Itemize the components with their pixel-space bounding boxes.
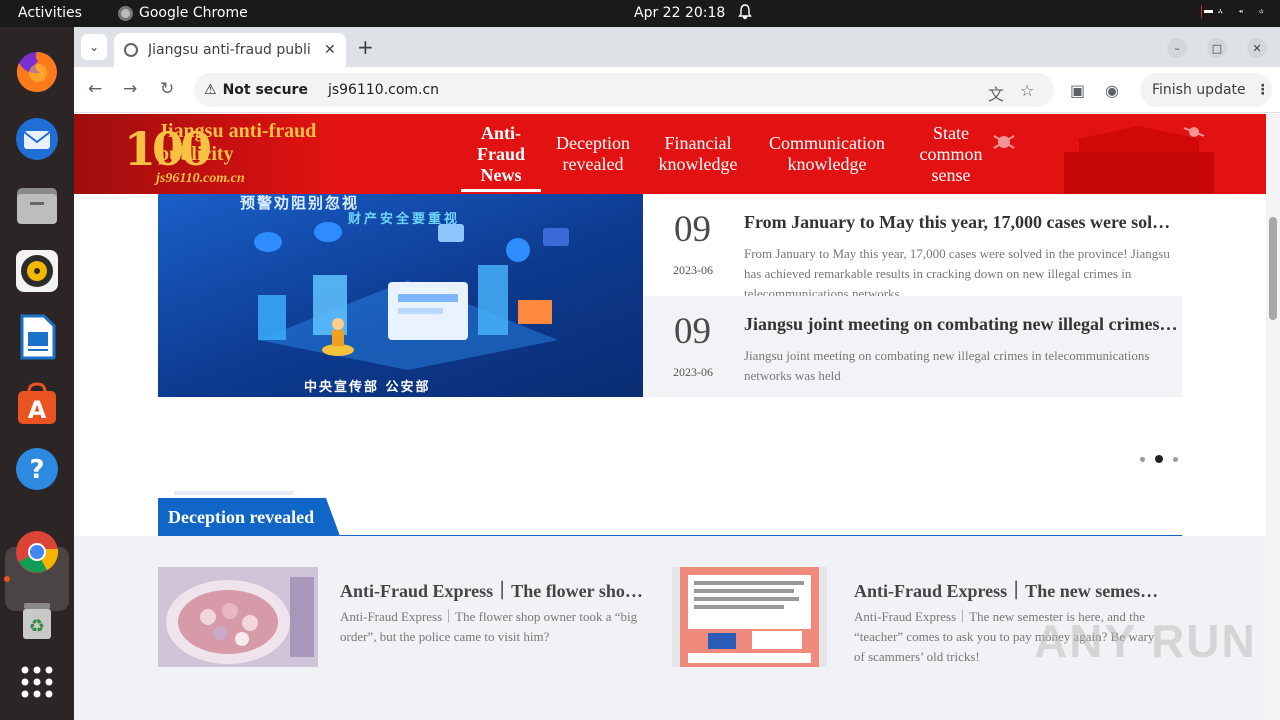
app-menu[interactable]: Google Chrome <box>118 5 248 21</box>
nav-deception-revealed[interactable]: Deception revealed <box>552 114 634 194</box>
forward-button[interactable]: → <box>123 79 137 99</box>
files-icon[interactable] <box>14 182 60 228</box>
site-domain: js96110.com.cn <box>156 171 245 186</box>
svg-text:?: ? <box>29 455 44 485</box>
carousel-dot[interactable] <box>1140 456 1145 462</box>
url-text[interactable]: js96110.com.cn <box>328 82 439 98</box>
article-title[interactable]: Anti-Fraud Express｜The new semester is h… <box>854 577 1160 603</box>
profile-avatar-icon[interactable]: ◉ <box>1105 81 1119 100</box>
bookmark-star-icon[interactable]: ☆ <box>1020 81 1034 100</box>
scrollbar-thumb[interactable] <box>1269 217 1277 320</box>
news-item[interactable]: 09 2023-06 Jiangsu joint meeting on comb… <box>643 296 1182 397</box>
chevron-down-icon: ⌄ <box>88 40 100 54</box>
news-summary: From January to May this year, 17,000 ca… <box>744 246 1170 301</box>
anyrun-watermark: ANY RUN <box>1034 615 1257 667</box>
close-tab-icon[interactable]: ✕ <box>324 42 336 58</box>
news-day: 09 <box>674 311 711 352</box>
power-icon <box>1259 9 1264 14</box>
banner-illustration <box>254 222 569 370</box>
close-icon: ✕ <box>1252 41 1262 55</box>
news-list: 09 2023-06 From January to May this year… <box>643 194 1182 397</box>
banner-image[interactable]: 预警劝阻别忽视 财产安全要重视 中央宣传部 公安部 <box>158 194 643 397</box>
bell-icon <box>738 4 752 20</box>
system-top-bar: Activities Google Chrome Apr 22 20:18 <box>0 0 1280 27</box>
banner-line-1: 预警劝阻别忽视 <box>240 194 360 212</box>
article-card[interactable]: Anti-Fraud Express｜The flower shop owner… <box>158 567 648 667</box>
nav-communication-knowledge[interactable]: Communication knowledge <box>762 114 892 194</box>
site-name[interactable]: Jiangsu anti-fraud publicity <box>158 120 338 166</box>
page-viewport: 100 Jiangsu anti-fraud publicity js96110… <box>74 114 1266 720</box>
finish-update-button[interactable]: Finish update ⋮ <box>1140 73 1272 107</box>
news-date: 2023-06 <box>673 263 713 277</box>
chrome-icon <box>118 5 133 21</box>
trash-icon[interactable]: ♻ <box>14 597 60 643</box>
address-bar[interactable]: ⚠ Not secure js96110.com.cn <box>194 73 1054 107</box>
volume-icon <box>1239 9 1243 14</box>
security-indicator[interactable]: ⚠ Not secure <box>204 82 308 98</box>
browser-toolbar: ← → ↻ ⚠ Not secure js96110.com.cn 文 ☆ ▣ ◉… <box>74 67 1280 113</box>
nav-financial-knowledge[interactable]: Financial knowledge <box>652 114 744 194</box>
back-button[interactable]: ← <box>88 79 102 99</box>
firefox-icon[interactable] <box>14 49 60 95</box>
maximize-icon: □ <box>1211 41 1223 55</box>
section-tab-indicator <box>174 491 294 495</box>
app-name: Google Chrome <box>139 5 248 21</box>
dock-running-indicator <box>4 576 10 582</box>
page-scrollbar[interactable] <box>1266 114 1280 720</box>
close-window-button[interactable]: ✕ <box>1247 38 1267 58</box>
carousel-pagination <box>1140 455 1178 463</box>
banner-footer: 中央宣传部 公安部 <box>304 380 431 395</box>
system-tray[interactable] <box>1201 4 1264 19</box>
activities-button[interactable]: Activities <box>18 5 82 21</box>
article-summary: Anti-Fraud Express｜The flower shop owner… <box>340 609 638 644</box>
svg-text:♻: ♻ <box>29 616 45 637</box>
translate-icon[interactable]: 文 <box>988 81 1004 105</box>
carousel-dot-active[interactable] <box>1155 455 1163 463</box>
minimize-button[interactable]: – <box>1167 38 1187 58</box>
rhythmbox-icon[interactable] <box>14 248 60 294</box>
chrome-dock-icon[interactable] <box>14 529 60 575</box>
more-menu-icon: ⋮ <box>1255 82 1270 98</box>
writer-icon[interactable] <box>14 314 60 360</box>
help-icon[interactable]: ? <box>14 446 60 492</box>
news-title[interactable]: From January to May this year, 17,000 ca… <box>744 212 1178 233</box>
app-grid-icon[interactable] <box>14 659 60 705</box>
carousel-dot[interactable] <box>1173 456 1178 462</box>
thunderbird-icon[interactable] <box>14 116 60 162</box>
dock: A ? ♻ <box>0 27 74 720</box>
network-icon <box>1218 9 1223 14</box>
finish-update-label: Finish update <box>1152 82 1246 98</box>
tab-strip: ⌄ Jiangsu anti-fraud publi ✕ + – □ ✕ <box>74 27 1280 67</box>
news-date: 2023-06 <box>673 365 713 379</box>
security-label: Not secure <box>222 82 308 98</box>
tab-title: Jiangsu anti-fraud publi <box>148 42 311 58</box>
news-item[interactable]: 09 2023-06 From January to May this year… <box>643 194 1182 301</box>
tab-active[interactable]: Jiangsu anti-fraud publi ✕ <box>114 33 346 67</box>
side-panel-icon[interactable]: ▣ <box>1070 81 1085 100</box>
article-title[interactable]: Anti-Fraud Express｜The flower shop owner… <box>340 577 646 603</box>
tiananmen-decoration <box>993 126 1214 194</box>
reload-button[interactable]: ↻ <box>160 79 174 99</box>
tab-search-button[interactable]: ⌄ <box>81 34 107 60</box>
minimize-icon: – <box>1174 41 1180 55</box>
nav-anti-fraud-news[interactable]: Anti-Fraud News <box>461 114 541 194</box>
news-day: 09 <box>674 209 711 250</box>
nav-state-common-sense[interactable]: State common sense <box>910 114 992 194</box>
news-title[interactable]: Jiangsu joint meeting on combating new i… <box>744 314 1178 335</box>
software-center-icon[interactable]: A <box>14 380 60 426</box>
warning-icon: ⚠ <box>204 82 217 98</box>
globe-icon <box>124 43 138 57</box>
clock[interactable]: Apr 22 20:18 <box>634 5 725 21</box>
svg-text:A: A <box>28 396 47 424</box>
news-summary: Jiangsu joint meeting on combating new i… <box>744 348 1150 383</box>
browser-window: ⌄ Jiangsu anti-fraud publi ✕ + – □ ✕ ← →… <box>74 27 1280 720</box>
site-header: 100 Jiangsu anti-fraud publicity js96110… <box>74 114 1266 194</box>
article-thumbnail-flowers[interactable] <box>158 567 318 667</box>
new-tab-button[interactable]: + <box>357 35 374 59</box>
update-alert-icon <box>1201 4 1215 19</box>
section-title[interactable]: Deception revealed <box>158 498 340 536</box>
article-thumbnail-poster[interactable] <box>672 567 827 667</box>
maximize-button[interactable]: □ <box>1207 38 1227 58</box>
